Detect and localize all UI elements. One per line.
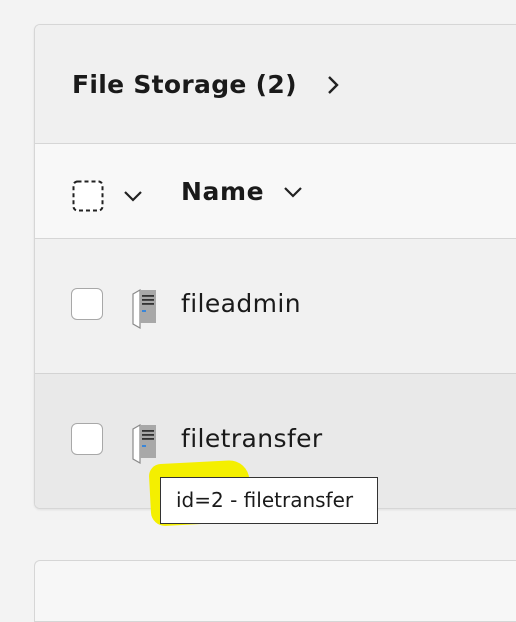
row-checkbox[interactable]: [71, 288, 103, 320]
tooltip: id=2 - filetransfer: [160, 477, 378, 524]
table-column-header: Name: [35, 144, 516, 239]
row-checkbox[interactable]: [71, 423, 103, 455]
chevron-down-icon[interactable]: [281, 180, 305, 204]
row-label[interactable]: filetransfer: [181, 424, 323, 453]
server-file-icon: [132, 424, 156, 464]
file-storage-panel: File Storage (2) Name fileadmin filetran…: [34, 24, 516, 509]
column-header-name[interactable]: Name: [181, 177, 264, 206]
next-panel: [34, 560, 516, 622]
table-row[interactable]: fileadmin: [35, 239, 516, 374]
chevron-right-icon[interactable]: [325, 73, 341, 97]
row-label[interactable]: fileadmin: [181, 289, 301, 318]
panel-header: File Storage (2): [35, 25, 516, 144]
chevron-down-icon[interactable]: [121, 184, 145, 208]
server-file-icon: [132, 289, 156, 329]
panel-title[interactable]: File Storage (2): [72, 70, 297, 99]
select-all-checkbox[interactable]: [72, 180, 104, 212]
